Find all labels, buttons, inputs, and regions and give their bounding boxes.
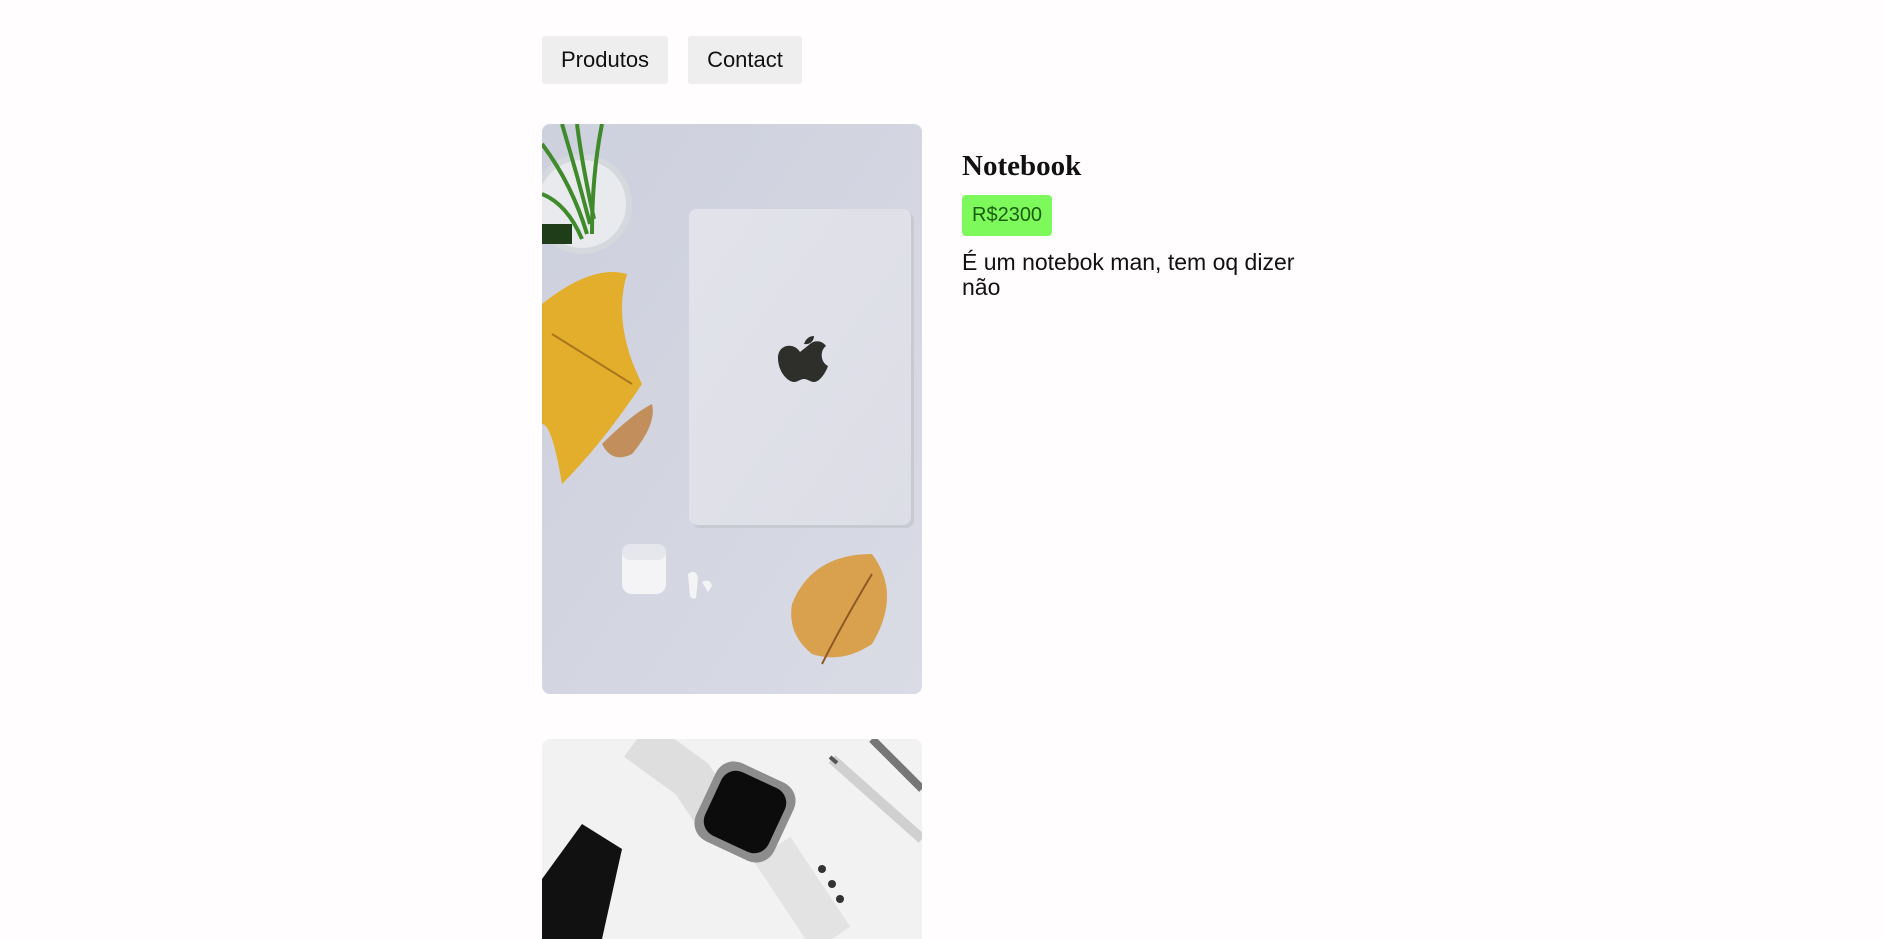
page-content: Produtos Contact Notebook R$2300 É um no… — [542, 36, 1362, 939]
price-badge: R$2300 — [962, 195, 1053, 236]
top-nav: Produtos Contact — [542, 36, 1362, 84]
laptop-photo — [542, 124, 922, 694]
nav-button-contact[interactable]: Contact — [688, 36, 802, 84]
product-title: Notebook — [962, 150, 1082, 182]
smartwatch-photo — [542, 739, 922, 939]
product-description: É um notebok man, tem oq dizer não — [962, 249, 1295, 300]
nav-button-produtos[interactable]: Produtos — [542, 36, 669, 84]
product-info: Notebook R$2300 É um notebok man, tem oq… — [962, 124, 1322, 694]
product-card — [542, 739, 1362, 939]
product-image — [542, 124, 922, 694]
product-card: Notebook R$2300 É um notebok man, tem oq… — [542, 124, 1362, 694]
product-image — [542, 739, 922, 939]
nav-button-label: Produtos — [561, 47, 650, 72]
nav-button-label: Contact — [707, 47, 783, 72]
